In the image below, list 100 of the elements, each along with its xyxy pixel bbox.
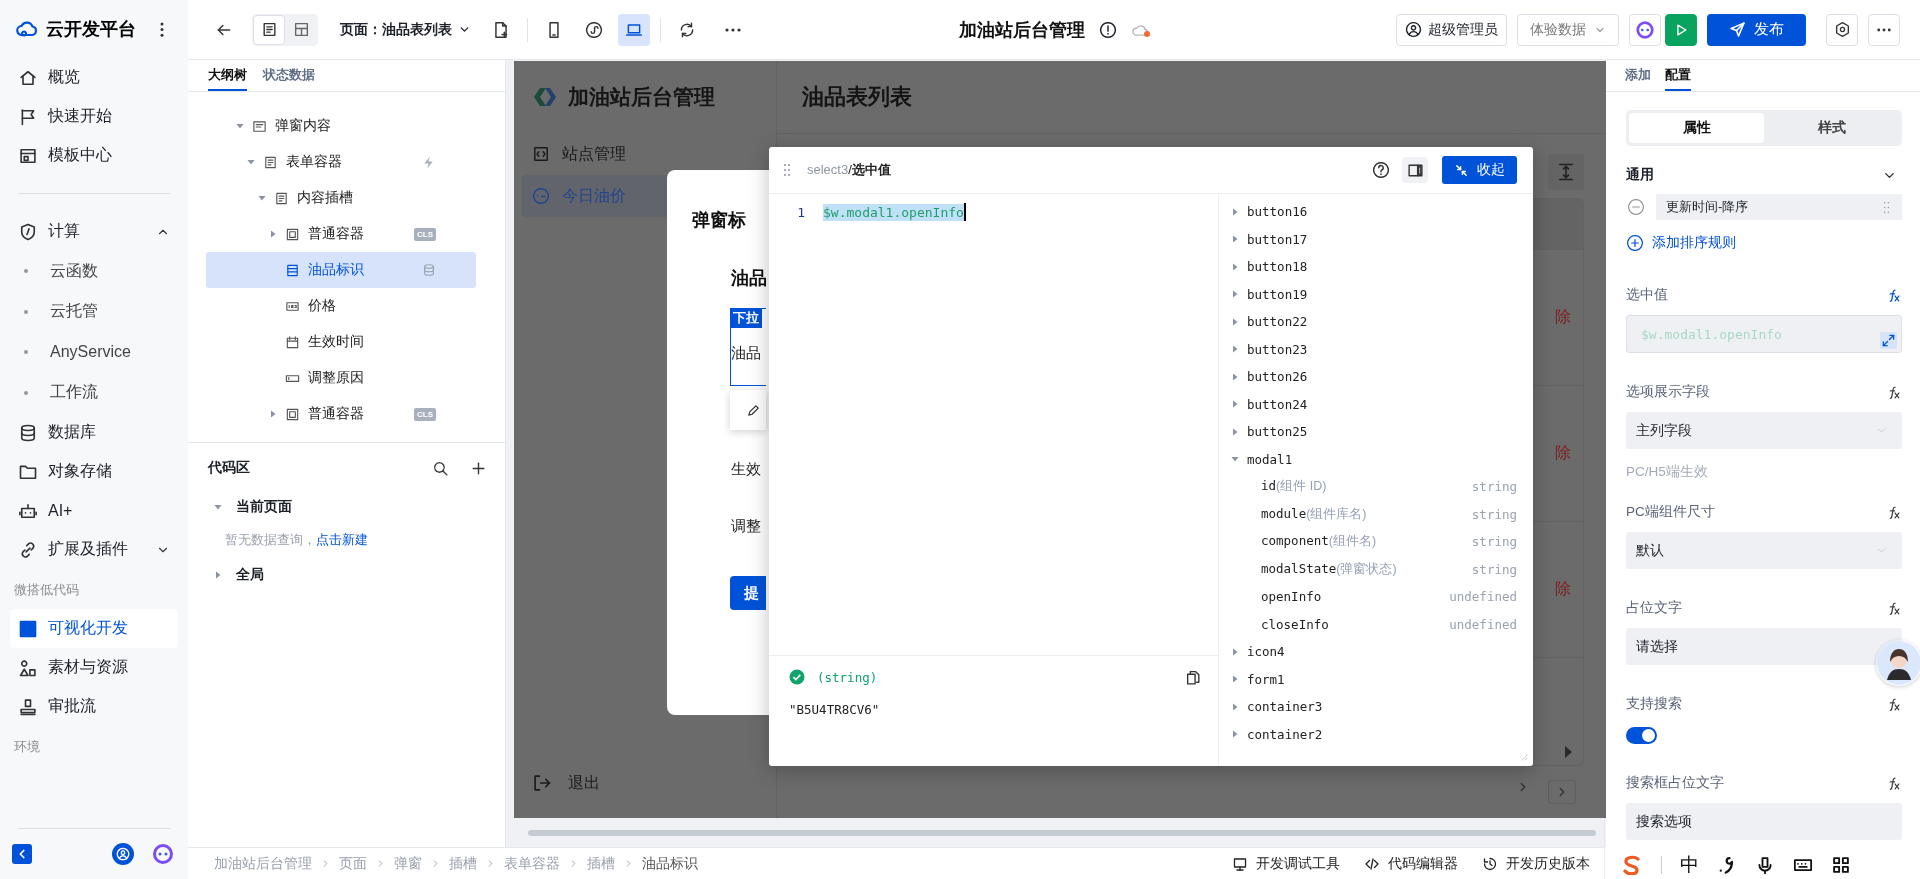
create-link[interactable]: 点击新建 [316,532,368,547]
class-badge: CLS [414,407,436,421]
section-label: 微搭低代码 [13,581,80,599]
mode-tab[interactable]: 样式 [1764,113,1899,143]
variable-item[interactable]: container3 [1231,693,1517,721]
tree-item-label: 调整原因 [308,369,364,387]
field-label: 占位文字 [1626,599,1682,617]
page-selector[interactable]: 页面：油品表列表 [340,20,471,39]
property-name[interactable]: closeInfo [1261,616,1329,632]
tab[interactable]: 添加 [1625,60,1651,91]
property-name[interactable]: component(组件名) [1261,533,1377,551]
tree-item[interactable]: 内容插槽 [206,180,476,216]
nav-item[interactable]: AnyService [10,332,178,373]
variable-item[interactable]: button19 [1231,280,1517,308]
dev-tool-button[interactable]: 开发调试工具 [1232,854,1340,873]
property-type: undefined [1449,589,1517,605]
tree-item[interactable]: 表单容器 [206,144,476,180]
property-name[interactable]: module(组件库名) [1261,505,1367,523]
variable-item[interactable]: form1 [1231,665,1517,693]
variable-item[interactable]: icon4 [1231,638,1517,666]
nav-item[interactable]: 工作流 [10,372,178,413]
tab[interactable]: 配置 [1665,60,1691,91]
publish-button[interactable]: 发布 [1707,13,1806,46]
property-type: string [1471,506,1517,522]
variable-item[interactable]: modal1 [1231,445,1517,473]
mode-tab[interactable]: 属性 [1629,113,1764,143]
app-title: 加油站后台管理 [959,18,1085,42]
field-label: 调整 [731,517,761,536]
section-title: 通用 [1626,166,1654,184]
nav-item[interactable]: 对象存储 [10,452,178,491]
property-name[interactable]: id(组件 ID) [1261,478,1327,496]
line-number: 1 [796,204,805,220]
variable-item[interactable]: button17 [1231,225,1517,253]
select-field[interactable]: 主列字段 [1626,412,1902,449]
property-name[interactable]: openInfo [1261,589,1322,605]
tab[interactable]: 状态数据 [263,60,315,91]
section-title: 代码区 [208,459,250,477]
result-type: (string) [817,669,878,685]
input-field[interactable]: 请选择 [1626,628,1902,665]
tree-item[interactable]: 油品标识 [206,252,476,288]
nav-item[interactable]: 云托管 [10,291,178,332]
nav-item[interactable]: AI+ [10,491,178,530]
tree-item-label: 普通容器 [308,405,364,423]
dev-tool-button[interactable]: 代码编辑器 [1364,854,1458,873]
tree-item[interactable]: 普通容器 CLS [206,216,476,252]
variable-item[interactable]: button25 [1231,418,1517,446]
code-editor[interactable]: 1 $w.modal1.openInfo [769,194,1218,655]
nav-item[interactable]: 数据库 [10,413,178,452]
section-label: 环境 [13,738,41,756]
brand-name: 云开发平台 [46,18,136,41]
submit-button[interactable]: 提 [730,576,766,610]
tree-item[interactable]: 价格 [206,288,476,324]
field-label: 支持搜索 [1626,695,1682,713]
code-group[interactable]: 全局 [188,557,505,593]
field-label: 生效 [731,460,761,479]
input-mode[interactable]: 中 [1680,851,1699,878]
nav-item[interactable]: 计算 [10,212,178,251]
input-field[interactable]: 搜索选项 [1626,803,1902,840]
variable-item[interactable]: button16 [1231,198,1517,226]
tree-item[interactable]: 调整原因 [206,360,476,396]
tree-item-label: 表单容器 [286,153,342,171]
component-tag: 下拉 [730,308,762,328]
group-label: 全局 [236,566,264,584]
result-value: "B5U4TR8CV6" [789,702,881,717]
field-hint: PC/H5端生效 [1626,463,1709,481]
tab[interactable]: 大纲树 [208,60,247,91]
property-type: undefined [1449,616,1517,632]
dev-tool-button[interactable]: 开发历史版本 [1482,854,1590,873]
data-mode-select[interactable]: 体验数据 [1517,13,1619,46]
property-name[interactable]: modalState(弹窗状态) [1261,560,1397,578]
variable-item[interactable]: button18 [1231,253,1517,281]
tree-item[interactable]: 普通容器 CLS [206,396,476,432]
nav-item[interactable]: 扩展及插件 [10,530,178,569]
variable-item[interactable]: container2 [1231,720,1517,748]
tree-item[interactable]: 生效时间 [206,324,476,360]
nav-item[interactable]: 审批流 [10,687,178,726]
nav-item[interactable]: 概览 [10,58,178,97]
select-field[interactable]: 默认 [1626,532,1902,569]
nav-item[interactable]: 云函数 [10,251,178,292]
field-label: 选项展示字段 [1626,383,1710,401]
property-type: string [1471,534,1517,550]
group-label: 当前页面 [236,498,292,516]
variable-item[interactable]: button24 [1231,390,1517,418]
nav-item[interactable]: 快速开始 [10,97,178,136]
code-group[interactable]: 当前页面 [188,489,505,525]
add-rule-link[interactable]: 添加排序规则 [1626,230,1902,256]
nav-item[interactable]: 模板中心 [10,136,178,175]
field-label: 油品 [731,343,761,363]
role-button[interactable]: 超级管理员 [1396,13,1507,46]
tree-item-label: 弹窗内容 [275,117,331,135]
nav-item[interactable]: 素材与资源 [10,648,178,687]
variable-item[interactable]: button23 [1231,335,1517,363]
tree-item-label: 生效时间 [308,333,364,351]
tree-item[interactable]: 弹窗内容 [206,108,476,144]
page-title: 油品表列表 [802,83,912,111]
collapse-button[interactable]: 收起 [1442,156,1517,184]
variable-item[interactable]: button26 [1231,363,1517,391]
variable-item[interactable]: button22 [1231,308,1517,336]
nav-item[interactable]: 可视化开发 [10,609,178,648]
breadcrumb-item[interactable]: 油品标识 [642,854,698,873]
